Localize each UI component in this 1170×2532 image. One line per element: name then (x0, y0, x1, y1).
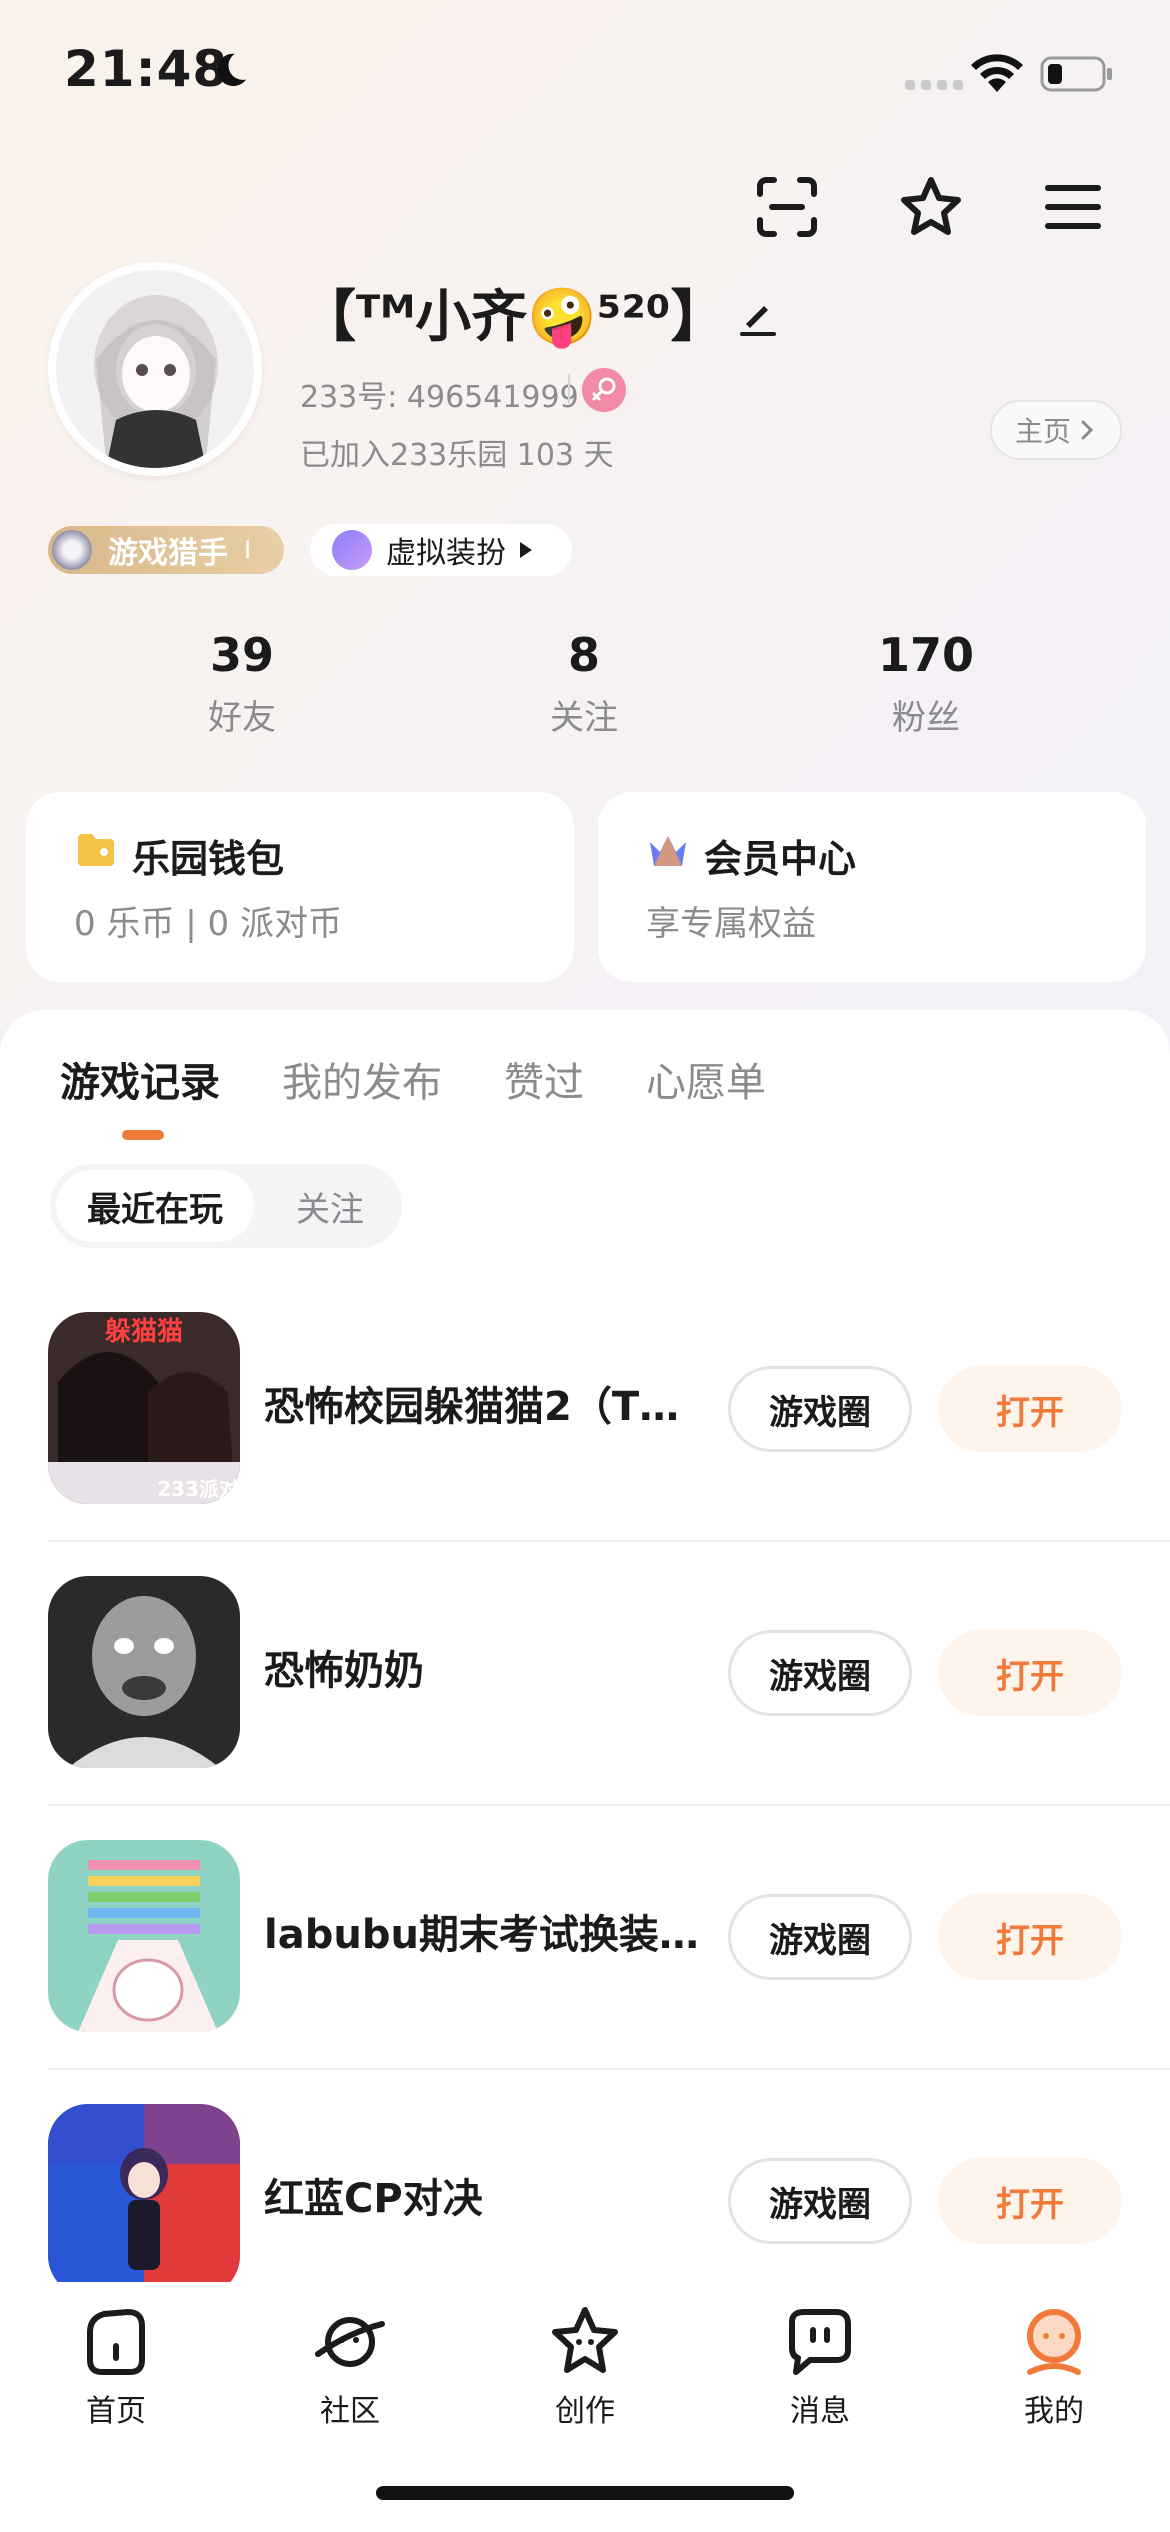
game-name: 恐怖校园躲猫猫2（T… (264, 1384, 680, 1430)
star-icon (552, 2307, 618, 2373)
subtab-switch: 最近在玩 关注 (50, 1164, 402, 1248)
chat-bubble-icon (789, 2309, 851, 2375)
nav-label: 创作 (555, 2394, 615, 2429)
cellular-signal-icon (905, 80, 963, 90)
home-indicator (376, 2486, 794, 2500)
virtual-dressup-button[interactable]: 虚拟装扮 (310, 524, 572, 576)
stat-value: 39 (209, 628, 274, 682)
vip-title: 会员中心 (704, 837, 857, 881)
nav-create[interactable]: 创作 (505, 2302, 665, 2430)
profile-tabs: 游戏记录 我的发布 赞过 心愿单 (60, 1050, 766, 1108)
joined-days: 已加入233乐园 103 天 (300, 438, 614, 473)
open-game-button[interactable]: 打开 (938, 1366, 1122, 1452)
female-gender-icon (582, 368, 626, 412)
stat-friends[interactable]: 39 好友 (122, 628, 362, 739)
divider (568, 374, 570, 404)
cat-face-icon (332, 530, 372, 570)
stat-label: 粉丝 (892, 698, 960, 738)
wallet-folder-icon (78, 834, 114, 866)
open-game-button[interactable]: 打开 (938, 2158, 1122, 2244)
avatar[interactable] (48, 262, 262, 476)
game-name: 恐怖奶奶 (264, 1648, 424, 1694)
stat-value: 8 (567, 628, 600, 682)
wifi-icon (971, 54, 1023, 92)
icon-text: 233派对 (157, 1477, 239, 1501)
status-time: 21:48 (64, 40, 229, 98)
triangle-right-icon (520, 542, 532, 558)
user-id: 233号: 496541999 (300, 380, 579, 415)
badge-level: I (244, 536, 252, 564)
subtab-following[interactable]: 关注 (270, 1170, 390, 1242)
game-row[interactable]: labubu期末考试换装… 游戏圈 打开 (0, 1806, 1170, 2070)
game-row[interactable]: 恐怖奶奶 游戏圈 打开 (0, 1542, 1170, 1806)
active-tab-indicator (122, 1130, 164, 1140)
stat-fans[interactable]: 170 粉丝 (806, 628, 1046, 739)
game-circle-button[interactable]: 游戏圈 (728, 1630, 912, 1716)
stat-label: 关注 (550, 698, 618, 738)
game-circle-button[interactable]: 游戏圈 (728, 1366, 912, 1452)
chevron-right-icon (1081, 420, 1094, 440)
tab-wishlist[interactable]: 心愿单 (646, 1050, 766, 1108)
wallet-title: 乐园钱包 (132, 837, 285, 881)
badge-label: 游戏猎手 (108, 536, 228, 571)
open-game-button[interactable]: 打开 (938, 1894, 1122, 1980)
nav-home[interactable]: 首页 (36, 2302, 196, 2430)
tab-liked[interactable]: 赞过 (504, 1050, 584, 1108)
game-circle-button[interactable]: 游戏圈 (728, 2158, 912, 2244)
stat-label: 好友 (208, 698, 276, 738)
home-page-label: 主页 (1014, 415, 1071, 448)
home-page-button[interactable]: 主页 (990, 400, 1122, 460)
wallet-card[interactable]: 乐园钱包 0 乐币 | 0 派对币 (26, 792, 574, 982)
nav-label: 首页 (86, 2394, 146, 2429)
crown-icon (650, 836, 686, 866)
game-name: labubu期末考试换装… (264, 1912, 699, 1958)
tab-game-history[interactable]: 游戏记录 (60, 1050, 220, 1108)
status-bar: 21:48 (0, 0, 1170, 150)
game-icon (48, 1840, 240, 2032)
home-icon (87, 2308, 145, 2375)
tab-my-posts[interactable]: 我的发布 (282, 1050, 442, 1108)
game-hunter-badge[interactable]: 游戏猎手 I (48, 526, 284, 574)
profile-face-icon (1027, 2309, 1081, 2375)
battery-icon (1040, 56, 1112, 92)
vip-card[interactable]: 会员中心 享专属权益 (598, 792, 1146, 982)
game-circle-button[interactable]: 游戏圈 (728, 1894, 912, 1980)
medal-icon (52, 530, 92, 570)
planet-icon (315, 2317, 385, 2367)
game-name: 红蓝CP对决 (264, 2176, 483, 2222)
nav-messages[interactable]: 消息 (740, 2302, 900, 2430)
nav-label: 社区 (320, 2394, 380, 2429)
game-icon (48, 2104, 240, 2296)
nav-community[interactable]: 社区 (270, 2302, 430, 2430)
dressup-label: 虚拟装扮 (386, 536, 506, 571)
game-icon: 躲猫猫 233派对 (48, 1312, 240, 1504)
vip-subtitle: 享专属权益 (646, 904, 816, 944)
menu-icon[interactable] (1038, 172, 1108, 242)
nav-label: 我的 (1024, 2394, 1084, 2429)
stat-value: 170 (877, 628, 975, 682)
subtab-recent[interactable]: 最近在玩 (56, 1170, 254, 1242)
scan-icon[interactable] (752, 172, 822, 242)
nav-profile[interactable]: 我的 (974, 2302, 1134, 2430)
moon-icon (217, 53, 247, 87)
game-row[interactable]: 躲猫猫 233派对 恐怖校园躲猫猫2（T… 游戏圈 打开 (0, 1278, 1170, 1542)
star-outline-icon[interactable] (896, 172, 966, 242)
game-icon (48, 1576, 240, 1768)
nickname: 【ᵀᴹ小齐🤪⁵²⁰】 (300, 285, 727, 350)
open-game-button[interactable]: 打开 (938, 1630, 1122, 1716)
avatar-image (56, 270, 254, 468)
wallet-balance: 0 乐币 | 0 派对币 (74, 904, 342, 944)
edit-icon[interactable] (736, 294, 780, 338)
nav-label: 消息 (790, 2394, 850, 2429)
icon-text: 躲猫猫 (105, 1317, 183, 1347)
stat-following[interactable]: 8 关注 (464, 628, 704, 739)
